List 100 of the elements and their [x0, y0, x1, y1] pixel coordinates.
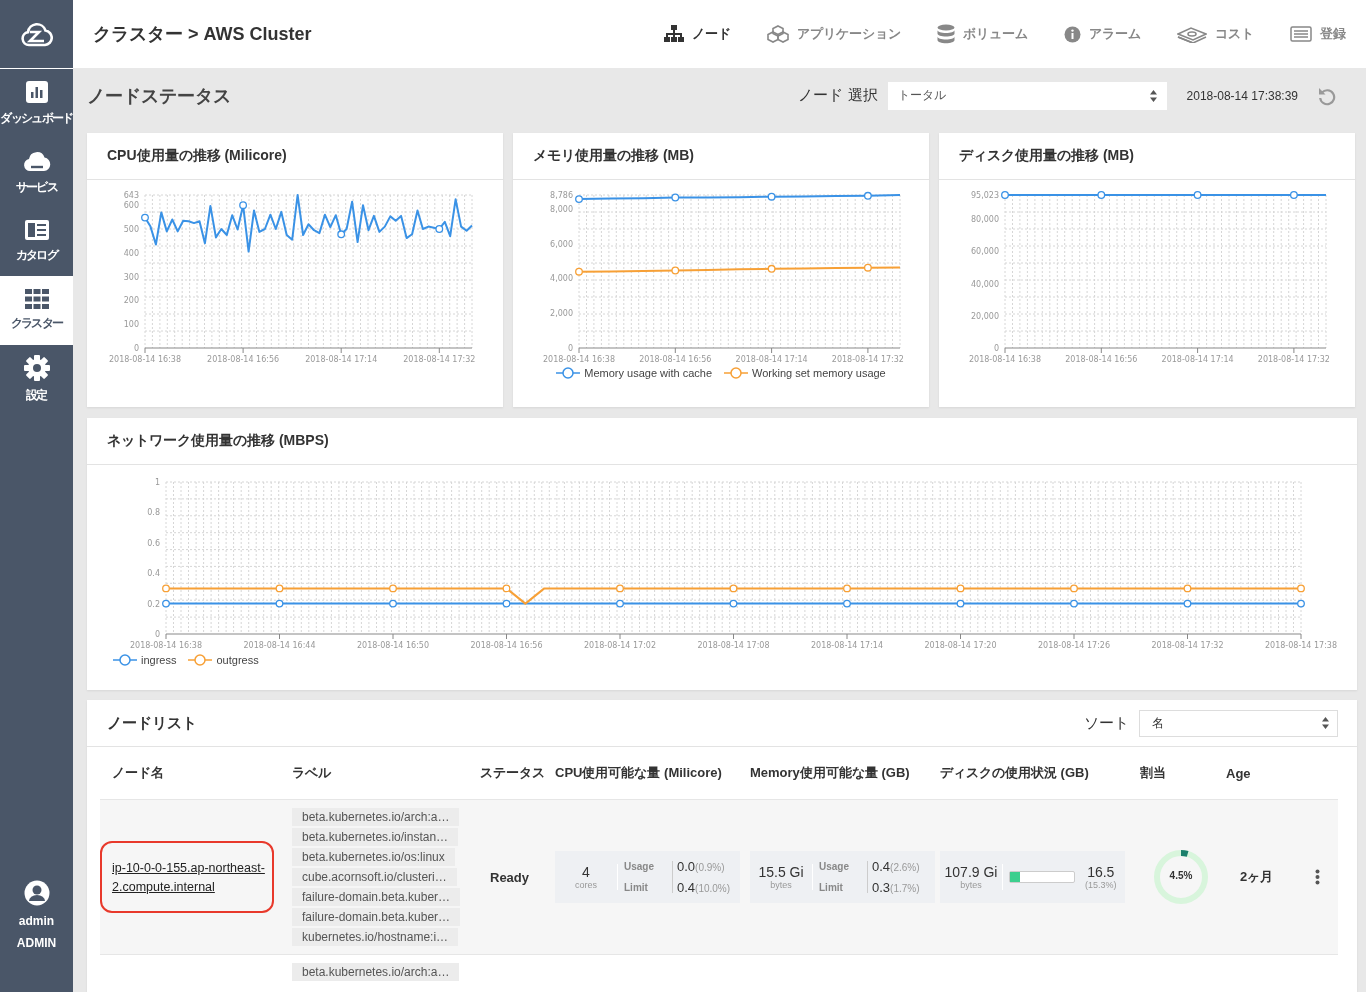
data-point — [275, 584, 284, 593]
axis-label: 2018-08-14 16:38 — [108, 355, 182, 364]
chart-title: CPU使用量の推移 (Milicore) — [107, 147, 287, 165]
nav-tab[interactable]: ノード — [664, 24, 731, 44]
axis-label: 95,023 — [971, 191, 999, 200]
data-point — [1297, 584, 1305, 593]
limit-value: 0.4(10.0%) — [677, 880, 731, 895]
user-role: ADMIN — [16, 936, 57, 950]
data-point — [843, 584, 851, 593]
node-select[interactable]: トータル — [887, 81, 1167, 110]
legend-label: Memory usage with cache — [584, 367, 713, 379]
breadcrumb: クラスター > AWS Cluster — [93, 23, 313, 46]
axis-label: 2018-08-14 17:26 — [1037, 641, 1111, 650]
chart-title: ディスク使用量の推移 (MB) — [959, 147, 1134, 165]
data-point — [1193, 191, 1202, 199]
axis-label: 2018-08-14 16:50 — [356, 641, 430, 650]
axis-label: 2018-08-14 16:56 — [207, 355, 280, 364]
nav-tab[interactable]: 登録 — [1290, 24, 1346, 44]
cloud-icon — [22, 149, 51, 173]
axis-label: 643 — [123, 191, 139, 200]
label-tag: failure-domain.beta.kuber… — [292, 908, 461, 926]
column-header: Age — [1226, 765, 1252, 781]
settings-icon — [23, 355, 50, 381]
column-header: Memory使用可能な量 (GB) — [750, 764, 911, 782]
data-point — [729, 599, 738, 608]
more-menu-icon[interactable] — [1314, 869, 1320, 885]
column-header: 割当 — [1140, 764, 1167, 782]
axis-label: 2018-08-14 17:32 — [1151, 641, 1224, 650]
data-point — [863, 191, 872, 200]
axis-label: 40,000 — [971, 279, 999, 289]
field-label: Limit — [624, 882, 649, 893]
axis-label: 300 — [123, 272, 139, 282]
sidebar-item[interactable]: ダッシュボード — [0, 69, 73, 138]
data-point — [575, 195, 583, 204]
axis-label: 6,000 — [550, 239, 573, 249]
legend-marker-icon — [724, 367, 749, 379]
data-point — [956, 599, 965, 608]
limit-value: 0.3(1.7%) — [872, 880, 920, 895]
user-avatar-icon — [23, 880, 50, 906]
axis-label: 4,000 — [550, 274, 573, 284]
axis-label: 80,000 — [971, 215, 999, 225]
sidebar-item[interactable]: カタログ — [0, 207, 73, 276]
axis-label: 2,000 — [550, 309, 573, 319]
list-card-icon — [1290, 26, 1312, 42]
select-label: ノード 選択 — [798, 86, 878, 105]
data-point — [141, 213, 149, 222]
age-text: 2ヶ月 — [1240, 868, 1274, 886]
axis-label: 2018-08-14 17:32 — [403, 355, 476, 364]
data-point — [671, 193, 680, 202]
total-value: 107.9 Gi — [944, 864, 998, 880]
field-label: Usage — [819, 861, 850, 872]
axis-label: 2018-08-14 17:14 — [735, 355, 808, 364]
data-point — [843, 599, 851, 608]
data-point — [502, 584, 511, 593]
sort-arrows-icon — [1149, 89, 1157, 102]
data-point — [729, 584, 738, 593]
sidebar-item[interactable]: クラスター — [0, 276, 73, 345]
data-point — [767, 192, 776, 201]
legend-label: ingress — [141, 654, 177, 666]
sidebar-item[interactable]: 設定 — [0, 345, 73, 414]
axis-label: 8,786 — [550, 191, 573, 200]
data-point — [389, 599, 397, 608]
data-point — [1070, 599, 1078, 608]
nav-tab[interactable]: コスト — [1177, 24, 1254, 44]
axis-label: 1 — [154, 478, 160, 487]
data-point — [239, 201, 248, 210]
label-tag: failure-domain.beta.kuber… — [292, 888, 461, 906]
column-header: CPU使用可能な量 (Milicore) — [555, 764, 723, 782]
axis-label: 2018-08-14 16:56 — [639, 355, 712, 364]
axis-label: 60,000 — [971, 247, 999, 257]
data-point — [956, 584, 965, 593]
data-point — [863, 263, 872, 272]
axis-label: 20,000 — [971, 311, 999, 321]
data-point — [575, 267, 583, 276]
data-point — [616, 599, 624, 608]
nav-tab[interactable]: アラーム — [1064, 24, 1141, 44]
legend-marker-icon — [556, 367, 581, 379]
total-value: 15.5 Gi — [758, 864, 804, 880]
field-label: Usage — [624, 861, 655, 872]
sort-arrows-icon — [1322, 717, 1329, 729]
unit-label: bytes — [960, 880, 982, 890]
chart-title: メモリ使用量の推移 (MB) — [533, 147, 694, 165]
sort-select[interactable]: 名 — [1139, 709, 1338, 737]
axis-label: 2018-08-14 17:32 — [831, 355, 904, 364]
axis-label: 100 — [123, 320, 139, 330]
nav-tab[interactable]: アプリケーション — [767, 24, 901, 44]
legend-marker-icon — [113, 654, 137, 666]
axis-label: 500 — [123, 225, 139, 234]
data-point — [389, 584, 397, 593]
legend-marker-icon — [188, 654, 213, 666]
sidebar-item[interactable]: サービス — [0, 138, 73, 207]
data-point — [1070, 584, 1078, 593]
node-link[interactable]: ip-10-0-0-155.ap-northeast-2.compute.internal — [112, 859, 266, 897]
total-value: 4 — [582, 864, 590, 880]
axis-label: 2018-08-14 17:14 — [1161, 355, 1234, 364]
axis-label: 2018-08-14 17:02 — [583, 641, 657, 650]
nav-tab[interactable]: ボリューム — [937, 24, 1028, 44]
axis-label: 0 — [133, 344, 139, 353]
data-point — [767, 264, 776, 273]
field-label: Limit — [819, 882, 844, 893]
